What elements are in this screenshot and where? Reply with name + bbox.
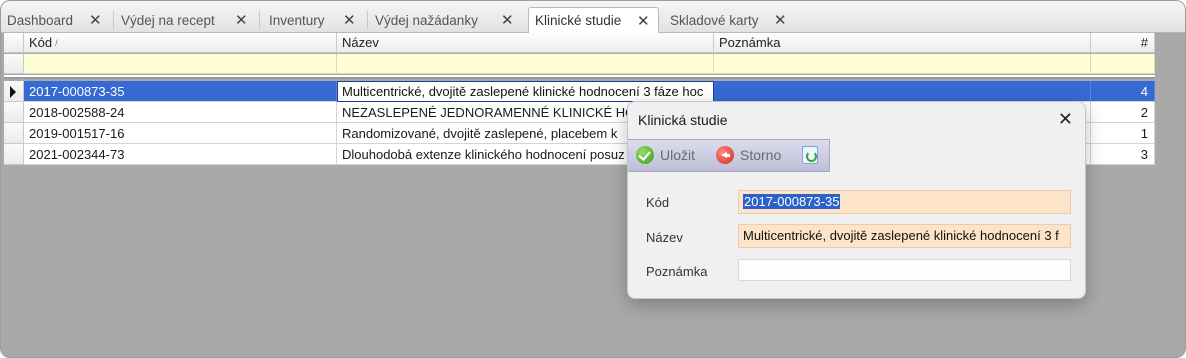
table-cell-kod[interactable]: 2017-000873-35: [24, 81, 337, 102]
row-indicator[interactable]: [4, 144, 24, 165]
dialog-toolbar: Uložit Storno: [628, 139, 830, 172]
filter-separator: [4, 75, 1155, 79]
poznamka-label: Poznámka: [646, 264, 708, 279]
row-indicator-header: [4, 33, 24, 53]
close-icon[interactable]: ✕: [501, 11, 514, 29]
table-cell-kod[interactable]: 2019-001517-16: [24, 123, 337, 144]
filter-cell-num[interactable]: [1091, 54, 1155, 74]
table-cell-num[interactable]: 1: [1091, 123, 1155, 144]
back-arrow-icon: [716, 146, 734, 164]
current-row-arrow-icon: [10, 86, 16, 98]
save-button[interactable]: Uložit: [636, 146, 695, 164]
column-header-label: Poznámka: [719, 35, 781, 50]
close-icon[interactable]: ✕: [343, 11, 356, 29]
close-icon[interactable]: ✕: [637, 12, 650, 30]
column-header-kod[interactable]: Kód /: [24, 33, 337, 53]
row-indicator[interactable]: [4, 102, 24, 123]
tab-klinicke-studie[interactable]: Klinické studie ✕: [528, 7, 659, 33]
refresh-icon: [802, 146, 818, 164]
table-cell-num[interactable]: 4: [1091, 81, 1155, 102]
tab-vydej-na-recept[interactable]: Výdej na recept ✕: [115, 7, 259, 33]
close-icon[interactable]: ✕: [235, 11, 248, 29]
save-button-label: Uložit: [660, 147, 696, 163]
sort-indicator-icon: /: [55, 38, 58, 48]
close-icon[interactable]: ✕: [89, 11, 102, 29]
poznamka-field[interactable]: [738, 259, 1071, 281]
kod-field[interactable]: 2017-000873-35: [738, 190, 1071, 214]
table-cell-num[interactable]: 3: [1091, 144, 1155, 165]
tab-skladove-karty[interactable]: Skladové karty ✕: [664, 7, 794, 33]
filter-cell-nazev[interactable]: [337, 54, 714, 74]
tab-separator: [259, 11, 260, 29]
filter-cell-poznamka[interactable]: [714, 54, 1091, 74]
refresh-button[interactable]: [802, 146, 824, 164]
column-header-poznamka[interactable]: Poznámka: [714, 33, 1091, 53]
kod-label: Kód: [646, 195, 670, 210]
table-cell-kod[interactable]: 2021-002344-73: [24, 144, 337, 165]
table-cell-num[interactable]: 2: [1091, 102, 1155, 123]
nazev-label: Název: [646, 230, 683, 245]
column-header-num[interactable]: #: [1091, 33, 1155, 53]
row-indicator[interactable]: [4, 81, 24, 102]
kod-field-value: 2017-000873-35: [743, 194, 841, 209]
table-cell-kod[interactable]: 2018-002588-24: [24, 102, 337, 123]
tab-bar: Dashboard ✕ Výdej na recept ✕ Inventury …: [1, 1, 1185, 33]
table-cell-poznamka[interactable]: [714, 81, 1091, 102]
nazev-field[interactable]: Multicentrické, dvojitě zaslepené klinic…: [738, 224, 1071, 248]
check-icon: [636, 146, 654, 164]
filter-row-indicator: [4, 54, 24, 74]
row-indicator[interactable]: [4, 123, 24, 144]
tab-separator: [367, 11, 368, 29]
tab-separator: [113, 11, 114, 29]
tab-inventury[interactable]: Inventury ✕: [263, 7, 367, 33]
tab-label: Výdej nažádanky: [375, 12, 478, 28]
close-icon[interactable]: ✕: [774, 11, 787, 29]
app-window: Dashboard ✕ Výdej na recept ✕ Inventury …: [0, 0, 1186, 358]
cancel-button-label: Storno: [740, 147, 782, 163]
column-header-label: Kód: [29, 35, 53, 50]
close-icon[interactable]: ✕: [1058, 110, 1073, 128]
column-header-nazev[interactable]: Název: [337, 33, 714, 53]
column-header-label: Název: [342, 35, 379, 50]
dialog-title: Klinická studie: [638, 112, 728, 128]
tab-vydej-nazadanky[interactable]: Výdej nažádanky ✕: [369, 7, 525, 33]
tab-label: Výdej na recept: [121, 12, 215, 28]
tab-label: Dashboard: [7, 12, 74, 28]
tab-dashboard[interactable]: Dashboard ✕: [1, 7, 113, 33]
table-cell-nazev[interactable]: Multicentrické, dvojitě zaslepené klinic…: [337, 81, 714, 102]
tab-label: Skladové karty: [670, 12, 759, 28]
tab-label: Klinické studie: [535, 13, 622, 28]
filter-cell-kod[interactable]: [24, 54, 337, 74]
cancel-button[interactable]: Storno: [716, 146, 781, 164]
tab-label: Inventury: [269, 12, 325, 28]
column-header-label: #: [1140, 35, 1148, 50]
klinicka-studie-dialog: Klinická studie ✕ Uložit Storno Kód 2017…: [627, 101, 1086, 299]
